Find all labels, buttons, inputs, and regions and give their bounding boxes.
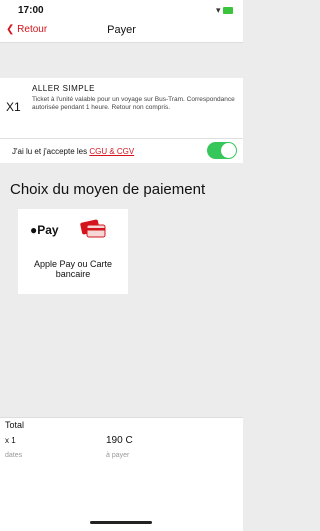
status-bar: 17:00 ▾ — [0, 0, 243, 20]
ticket-row: X1 ALLER SIMPLE Ticket à l'unité valable… — [0, 78, 243, 140]
terms-row: J'ai lu et j'accepte les CGU & CGV — [0, 138, 243, 163]
payment-section-title: Choix du moyen de paiement — [10, 181, 206, 198]
total-label: Total — [5, 420, 25, 430]
total-panel: Total x 1 190 C dates à payer — [0, 417, 243, 531]
terms-label: J'ai lu et j'accepte les — [12, 147, 90, 156]
status-icons: ▾ — [216, 5, 233, 16]
total-price: 190 C — [106, 435, 133, 446]
apple-pay-logo: ●Pay — [30, 223, 59, 237]
payment-option-label: Apple Pay ou Carte bancaire — [33, 259, 113, 279]
total-to-pay: à payer — [106, 452, 130, 459]
terms-text: J'ai lu et j'accepte les CGU & CGV — [12, 147, 134, 156]
total-dates: dates — [5, 452, 23, 459]
battery-icon — [223, 7, 233, 15]
toggle-knob — [221, 143, 236, 158]
page-title: Payer — [107, 24, 136, 36]
credit-card-icon — [80, 219, 106, 238]
terms-toggle[interactable] — [207, 142, 237, 159]
navigation-bar: ❮ Retour Payer — [0, 20, 243, 43]
ticket-description: Ticket à l'unité valable pour un voyage … — [32, 96, 235, 111]
wifi-icon: ▾ — [215, 5, 221, 15]
home-indicator[interactable] — [90, 521, 152, 524]
payment-option-apple-pay-card[interactable]: ●Pay Apple Pay ou Carte bancaire — [18, 209, 128, 294]
terms-link[interactable]: CGU & CGV — [89, 147, 134, 156]
status-time: 17:00 — [18, 5, 44, 16]
total-quantity: x 1 — [5, 436, 16, 445]
ticket-quantity: X1 — [6, 100, 21, 114]
ticket-name: ALLER SIMPLE — [32, 84, 95, 93]
